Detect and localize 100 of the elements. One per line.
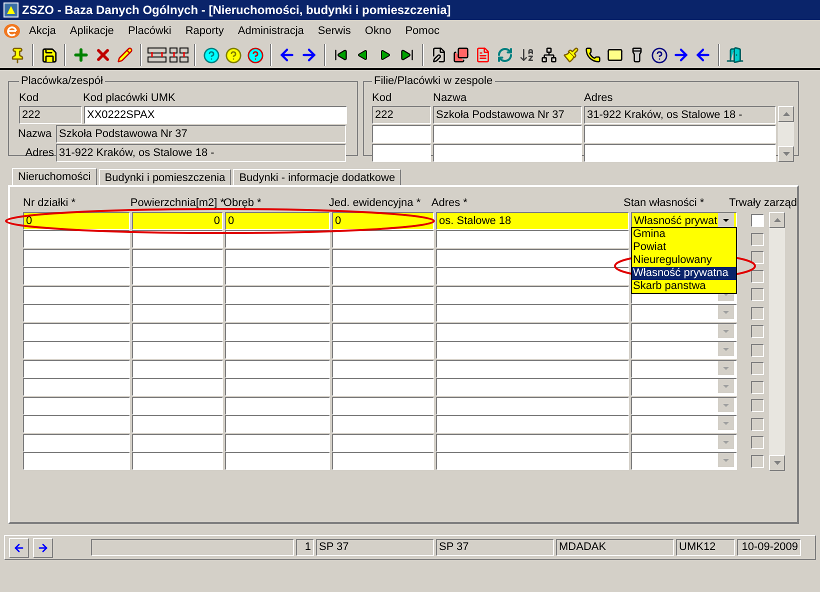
table-cell[interactable]: [225, 341, 330, 360]
code-field[interactable]: 222: [19, 106, 82, 124]
table-cell[interactable]: [631, 360, 737, 378]
table-cell[interactable]: [433, 144, 582, 162]
dropdown-option[interactable]: Gmina: [632, 228, 736, 241]
table-cell[interactable]: 31-922 Kraków, os Stalowe 18 -: [584, 106, 776, 124]
table-cell[interactable]: [225, 286, 330, 304]
table-cell[interactable]: [584, 144, 776, 162]
menu-item[interactable]: Okno: [360, 22, 396, 40]
table-cell[interactable]: [631, 304, 737, 322]
table-cell[interactable]: [372, 144, 431, 162]
umk-code-field[interactable]: XX0222SPAX: [84, 106, 347, 124]
table-cell[interactable]: [225, 360, 330, 378]
table-cell[interactable]: [132, 378, 223, 396]
menu-item[interactable]: Akcja: [24, 22, 61, 40]
menu-item[interactable]: Aplikacje: [64, 22, 119, 40]
table-cell[interactable]: [132, 304, 223, 322]
table-cell[interactable]: os. Stalowe 18: [436, 212, 629, 230]
scroll-down-icon[interactable]: [774, 460, 780, 464]
table-cell[interactable]: [332, 248, 434, 267]
table-cell[interactable]: 0: [225, 212, 330, 230]
table-cell[interactable]: [436, 360, 629, 378]
table-cell[interactable]: [132, 248, 223, 267]
scroll-up-icon[interactable]: [782, 112, 790, 116]
table-cell[interactable]: [132, 286, 223, 304]
tab[interactable]: Budynki i pomieszczenia: [98, 169, 232, 185]
back-button[interactable]: [9, 538, 29, 558]
table-cell[interactable]: [332, 360, 434, 378]
dropdown-option[interactable]: Skarb panstwa: [632, 280, 736, 293]
table-cell[interactable]: 222: [372, 106, 431, 124]
menu-item[interactable]: Pomoc: [400, 22, 444, 40]
table-cell[interactable]: 0: [132, 212, 223, 230]
table-cell[interactable]: [332, 230, 434, 248]
table-cell[interactable]: [436, 452, 629, 470]
table-cell[interactable]: [132, 396, 223, 415]
table-cell[interactable]: [631, 415, 737, 434]
table-cell[interactable]: [332, 304, 434, 322]
scroll-up-icon[interactable]: [774, 218, 780, 222]
table-cell[interactable]: [436, 248, 629, 267]
dropdown-option[interactable]: Nieuregulowany: [632, 254, 736, 267]
table-cell[interactable]: [132, 341, 223, 360]
tab[interactable]: Nieruchomości: [12, 168, 97, 186]
table-cell[interactable]: [436, 304, 629, 322]
table-cell[interactable]: [225, 304, 330, 322]
table-cell[interactable]: [132, 267, 223, 286]
scroll-down-icon[interactable]: [782, 152, 790, 156]
table-cell[interactable]: [132, 415, 223, 434]
dropdown-option[interactable]: Własność prywatna: [632, 267, 736, 280]
table-cell[interactable]: [436, 415, 629, 434]
table-cell[interactable]: [436, 341, 629, 360]
table-cell[interactable]: [436, 322, 629, 341]
forward-button[interactable]: [33, 538, 53, 558]
table-cell[interactable]: [332, 434, 434, 452]
menu-item[interactable]: Administracja: [232, 22, 309, 40]
table-cell[interactable]: [436, 286, 629, 304]
table-cell[interactable]: [132, 322, 223, 341]
table-cell[interactable]: [584, 125, 776, 143]
table-cell[interactable]: [372, 125, 431, 143]
table-cell[interactable]: [132, 434, 223, 452]
table-cell[interactable]: [436, 434, 629, 452]
checkbox[interactable]: [750, 214, 764, 228]
table-cell[interactable]: [225, 248, 330, 267]
dropdown-option[interactable]: Powiat: [632, 241, 736, 254]
table-cell[interactable]: [436, 378, 629, 396]
table-cell[interactable]: [436, 230, 629, 248]
scrollbar[interactable]: [778, 106, 794, 162]
table-cell[interactable]: [631, 452, 737, 470]
table-cell[interactable]: [332, 378, 434, 396]
table-cell[interactable]: [225, 267, 330, 286]
table-cell[interactable]: [631, 378, 737, 396]
table-cell[interactable]: [332, 286, 434, 304]
table-cell[interactable]: [132, 452, 223, 470]
table-cell[interactable]: [225, 415, 330, 434]
menu-item[interactable]: Raporty: [180, 22, 229, 40]
scrollbar[interactable]: [769, 212, 785, 470]
table-cell[interactable]: [433, 125, 582, 143]
table-cell[interactable]: [225, 434, 330, 452]
table-cell[interactable]: [225, 452, 330, 470]
caret-icon[interactable]: [718, 212, 734, 227]
table-cell[interactable]: [332, 341, 434, 360]
table-cell[interactable]: [332, 396, 434, 415]
address-field[interactable]: 31-922 Kraków, os Stalowe 18 -: [56, 144, 346, 162]
door-icon[interactable]: [724, 44, 746, 66]
menu-item[interactable]: Serwis: [312, 22, 356, 40]
table-cell[interactable]: [132, 360, 223, 378]
table-cell[interactable]: [631, 341, 737, 360]
table-cell[interactable]: [332, 322, 434, 341]
table-cell[interactable]: [225, 378, 330, 396]
table-cell[interactable]: [332, 267, 434, 286]
table-cell[interactable]: [436, 267, 629, 286]
table-cell[interactable]: [631, 434, 737, 452]
table-cell[interactable]: [332, 452, 434, 470]
table-cell[interactable]: [332, 415, 434, 434]
table-cell[interactable]: [225, 396, 330, 415]
menu-item[interactable]: Placówki: [122, 22, 176, 40]
table-cell[interactable]: [631, 322, 737, 341]
table-cell[interactable]: [436, 396, 629, 415]
table-cell[interactable]: [631, 396, 737, 415]
table-cell[interactable]: Szkoła Podstawowa Nr 37: [433, 106, 582, 124]
name-field[interactable]: Szkoła Podstawowa Nr 37: [56, 125, 346, 143]
